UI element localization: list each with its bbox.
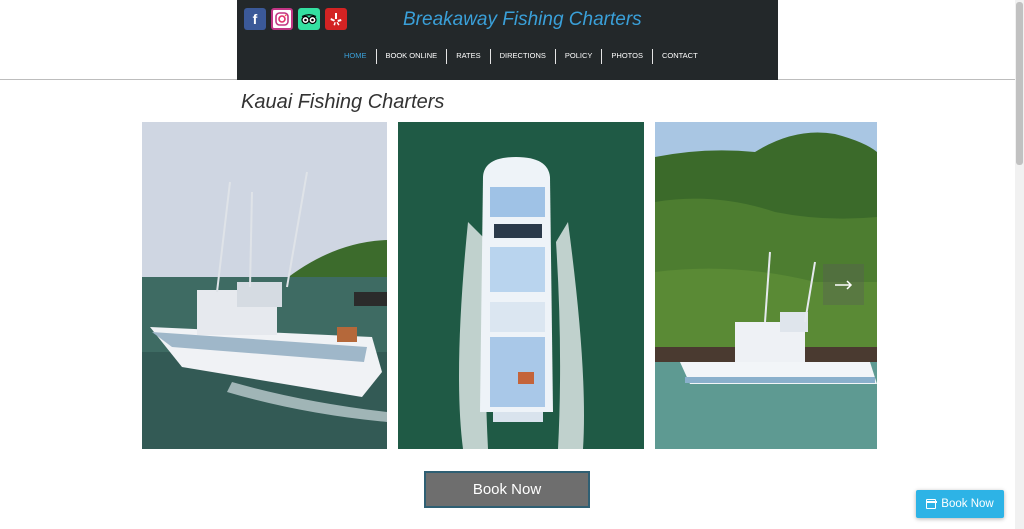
gallery-photo-boat-harbor[interactable]	[142, 122, 387, 449]
book-now-button[interactable]: Book Now	[424, 471, 590, 508]
main-nav: HOME BOOK ONLINE RATES DIRECTIONS POLICY…	[335, 48, 707, 64]
tripadvisor-icon[interactable]	[298, 8, 320, 30]
site-header: f Breakaway Fishing Charters HOME BOOK O…	[237, 0, 778, 80]
yelp-icon[interactable]	[325, 8, 347, 30]
calendar-icon	[925, 499, 937, 509]
site-title[interactable]: Breakaway Fishing Charters	[403, 9, 642, 31]
nav-policy[interactable]: POLICY	[556, 48, 602, 64]
instagram-icon[interactable]	[271, 8, 293, 30]
nav-book-online[interactable]: BOOK ONLINE	[377, 48, 447, 64]
floating-book-now-button[interactable]: Book Now	[916, 490, 1004, 518]
nav-home[interactable]: HOME	[335, 48, 376, 64]
gallery-photo-boat-aerial[interactable]	[398, 122, 644, 449]
nav-photos[interactable]: PHOTOS	[602, 48, 652, 64]
facebook-icon[interactable]: f	[244, 8, 266, 30]
page-title: Kauai Fishing Charters	[241, 91, 445, 113]
nav-directions[interactable]: DIRECTIONS	[491, 48, 555, 64]
gallery-next-arrow[interactable]	[823, 264, 864, 305]
nav-contact[interactable]: CONTACT	[653, 48, 707, 64]
page-scrollbar[interactable]	[1015, 0, 1024, 529]
floating-book-now-label: Book Now	[941, 498, 994, 510]
scrollbar-thumb[interactable]	[1016, 2, 1023, 165]
arrow-right-icon	[834, 279, 852, 290]
nav-rates[interactable]: RATES	[447, 48, 489, 64]
